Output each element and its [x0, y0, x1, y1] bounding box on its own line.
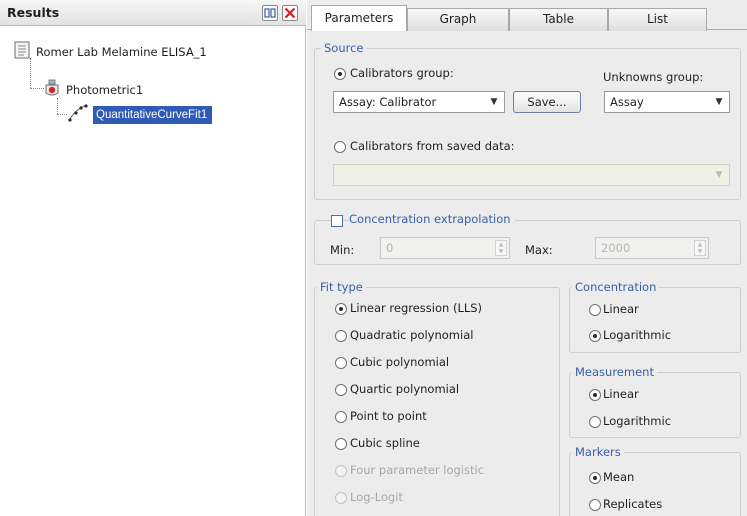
fit-point-to-point-radio[interactable]: [335, 411, 347, 423]
curve-fit-icon: [67, 103, 89, 126]
fit-option-label: Quadratic polynomial: [350, 328, 474, 342]
concentration-option-label: Linear: [603, 302, 639, 316]
spinner-arrows-icon[interactable]: ▲ ▼: [694, 240, 706, 256]
pin-panel-icon[interactable]: [262, 5, 278, 21]
document-icon: [14, 41, 30, 62]
fit-linear-radio[interactable]: [335, 303, 347, 315]
fit-option-label: Four parameter logistic: [350, 463, 485, 477]
tab-parameters[interactable]: Parameters: [311, 5, 407, 31]
fit-log-logit-radio[interactable]: [335, 492, 347, 504]
measurement-title: Measurement: [572, 365, 657, 379]
results-panel: Results Romer Lab Melamine ELISA_1 Photo…: [0, 0, 306, 516]
saved-data-radio[interactable]: [334, 141, 346, 153]
tree-connector: [30, 58, 31, 88]
results-title: Results: [7, 5, 60, 20]
photometric-icon: [44, 79, 60, 100]
calibrators-group-value: Assay: Calibrator: [339, 95, 437, 109]
saved-data-select[interactable]: ▼: [333, 164, 730, 186]
spinner-arrows-icon[interactable]: ▲ ▼: [495, 240, 507, 256]
markers-option-label: Replicates: [603, 497, 663, 511]
concentration-title: Concentration: [572, 280, 660, 294]
markers-title: Markers: [572, 445, 624, 459]
min-input[interactable]: 0 ▲ ▼: [380, 237, 510, 259]
calibrators-group-select[interactable]: Assay: Calibrator ▼: [333, 91, 505, 113]
fit-cubic-radio[interactable]: [335, 357, 347, 369]
min-value: 0: [386, 241, 394, 255]
measurement-log-radio[interactable]: [589, 416, 601, 428]
concentration-linear-radio[interactable]: [589, 304, 601, 316]
tree-item-experiment[interactable]: Romer Lab Melamine ELISA_1: [14, 41, 207, 62]
measurement-option-label: Logarithmic: [603, 414, 672, 428]
markers-option-label: Mean: [603, 470, 635, 484]
fit-option-label: Linear regression (LLS): [350, 301, 483, 315]
calibrators-group-radio[interactable]: [334, 68, 346, 80]
max-label: Max:: [525, 243, 553, 257]
fit-quadratic-radio[interactable]: [335, 330, 347, 342]
chevron-down-icon: ▼: [715, 170, 723, 180]
max-value: 2000: [601, 241, 631, 255]
parameters-panel: Parameters Graph Table List Source Calib…: [307, 0, 747, 516]
tree-item-photometric[interactable]: Photometric1: [44, 79, 143, 100]
fit-four-param-radio[interactable]: [335, 465, 347, 477]
saved-data-label: Calibrators from saved data:: [350, 139, 515, 153]
fit-type-title: Fit type: [317, 280, 366, 294]
source-group-title: Source: [321, 41, 367, 55]
tree-item-label: Photometric1: [66, 82, 144, 97]
tree-item-label: QuantitativeCurveFit1: [93, 105, 213, 124]
unknowns-group-select[interactable]: Assay ▼: [604, 91, 730, 113]
measurement-linear-radio[interactable]: [589, 389, 601, 401]
markers-mean-radio[interactable]: [589, 472, 601, 484]
fit-type-group: Fit type: [314, 280, 560, 516]
min-label: Min:: [330, 243, 355, 257]
save-button[interactable]: Save...: [513, 91, 581, 113]
extrapolation-checkbox[interactable]: [331, 215, 343, 227]
tree-connector: [57, 114, 67, 115]
tab-table[interactable]: Table: [509, 8, 608, 31]
measurement-group: Measurement: [569, 365, 741, 438]
tree-connector: [30, 88, 44, 89]
tab-list[interactable]: List: [608, 8, 707, 31]
unknowns-group-label: Unknowns group:: [603, 70, 704, 84]
markers-replicates-radio[interactable]: [589, 499, 601, 511]
chevron-down-icon: ▼: [715, 97, 723, 107]
calibrators-group-label: Calibrators group:: [350, 66, 454, 80]
fit-option-label: Cubic spline: [350, 436, 420, 450]
close-icon[interactable]: [282, 5, 298, 21]
chevron-down-icon: ▼: [490, 97, 498, 107]
concentration-log-radio[interactable]: [589, 330, 601, 342]
extrapolation-label: Concentration extrapolation: [349, 212, 515, 226]
tree-connector: [57, 98, 58, 114]
unknowns-group-value: Assay: [610, 95, 644, 109]
fit-quartic-radio[interactable]: [335, 384, 347, 396]
tree-item-label: Romer Lab Melamine ELISA_1: [36, 44, 207, 59]
max-input[interactable]: 2000 ▲ ▼: [595, 237, 709, 259]
fit-option-label: Log-Logit: [350, 490, 403, 504]
tab-graph[interactable]: Graph: [407, 8, 509, 31]
measurement-option-label: Linear: [603, 387, 639, 401]
tree-item-curve-fit[interactable]: QuantitativeCurveFit1: [67, 103, 213, 126]
tab-bar: Parameters Graph Table List: [307, 0, 747, 31]
source-group: Source Calibrators group: Unknowns group…: [314, 41, 741, 200]
fit-option-label: Point to point: [350, 409, 427, 423]
concentration-group: Concentration: [569, 280, 741, 353]
results-header: Results: [0, 0, 306, 26]
concentration-option-label: Logarithmic: [603, 328, 672, 342]
fit-option-label: Quartic polynomial: [350, 382, 460, 396]
fit-cubic-spline-radio[interactable]: [335, 438, 347, 450]
fit-option-label: Cubic polynomial: [350, 355, 450, 369]
